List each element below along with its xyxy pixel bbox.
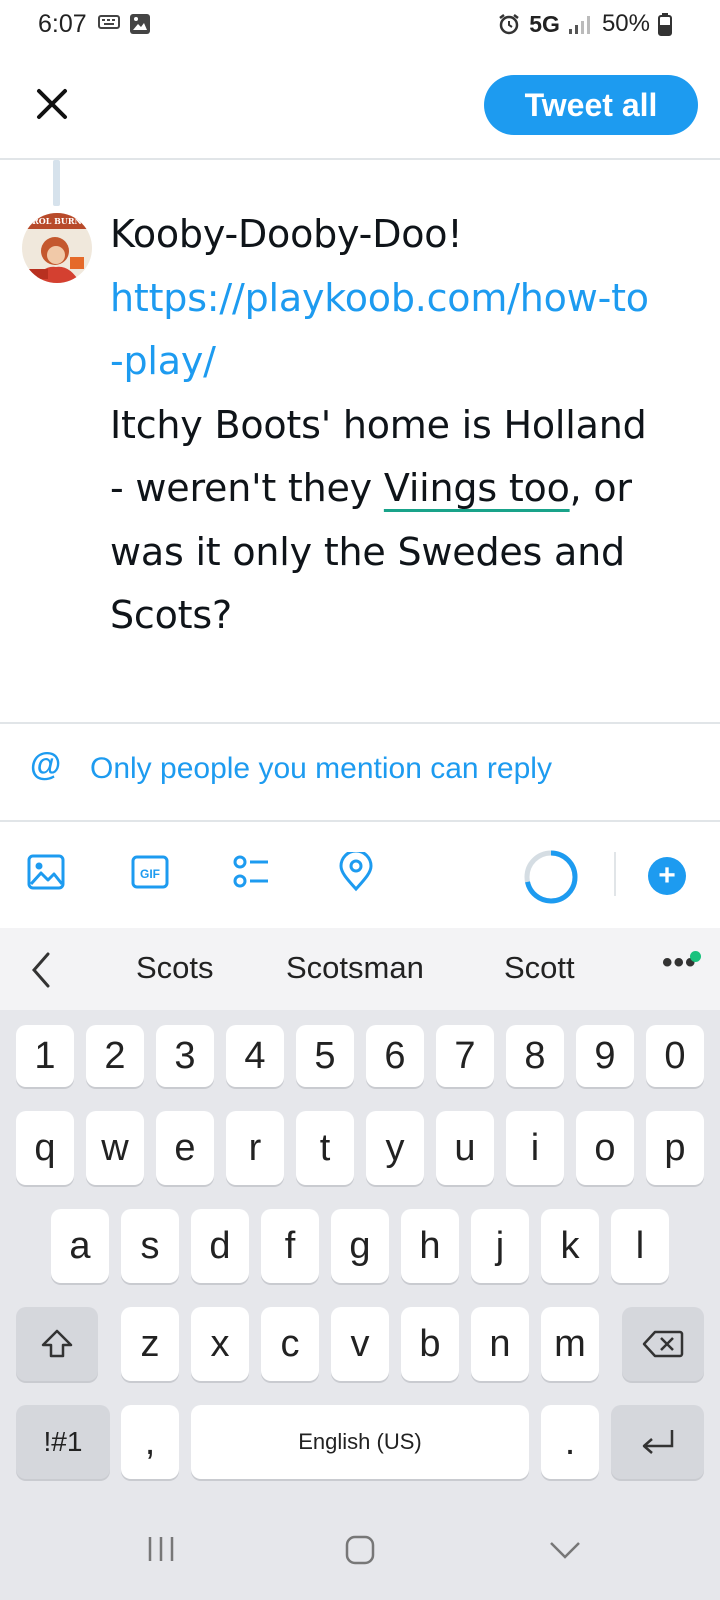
navigation-bar [0,1500,720,1600]
text-link: -play/ [110,339,216,383]
key[interactable]: q [16,1111,74,1185]
gif-icon[interactable]: GIF [130,852,170,892]
suggestion-bar: Scots Scotsman Scott ••• [0,928,720,1010]
key[interactable]: 7 [436,1025,494,1087]
suggestion[interactable]: Scotsman [286,950,424,986]
suggestion[interactable]: Scots [136,950,214,986]
symbols-key[interactable]: !#1 [16,1405,110,1479]
shift-key[interactable] [16,1307,98,1381]
key[interactable]: l [611,1209,669,1283]
backspace-key[interactable] [622,1307,704,1381]
status-time: 6:07 [38,10,87,38]
reply-setting-label: Only people you mention can reply [90,752,552,785]
key[interactable]: i [506,1111,564,1185]
space-key[interactable]: English (US) [191,1405,529,1479]
key[interactable]: m [541,1307,599,1381]
key[interactable]: 4 [226,1025,284,1087]
shift-icon [41,1329,73,1358]
toolbar-separator [614,852,616,896]
key[interactable]: 0 [646,1025,704,1087]
key[interactable]: u [436,1111,494,1185]
recents-icon[interactable] [146,1534,176,1564]
key[interactable]: w [86,1111,144,1185]
avatar[interactable]: ROL BURN [22,213,92,283]
divider [0,820,720,822]
battery-icon [658,13,672,36]
key[interactable]: b [401,1307,459,1381]
poll-icon[interactable] [232,852,272,892]
key[interactable]: s [121,1209,179,1283]
key[interactable]: a [51,1209,109,1283]
key[interactable]: g [331,1209,389,1283]
suggestion[interactable]: Scott [504,950,575,986]
svg-text:ROL BURN: ROL BURN [32,216,82,226]
close-icon[interactable] [30,82,74,126]
key[interactable]: o [576,1111,634,1185]
text-link: https://playkoob.com/how-to [110,275,649,320]
home-icon[interactable] [344,1534,376,1566]
reply-setting[interactable]: @ Only people you mention can reply [0,724,720,820]
network-type: 5G [529,10,560,37]
svg-text:GIF: GIF [140,867,160,881]
key[interactable]: 8 [506,1025,564,1087]
key[interactable]: j [471,1209,529,1283]
header-divider [0,158,720,160]
notification-dot [690,951,701,962]
comma-key[interactable]: , [121,1405,179,1479]
key[interactable]: 6 [366,1025,424,1087]
key[interactable]: 2 [86,1025,144,1087]
key[interactable]: 9 [576,1025,634,1087]
key[interactable]: 1 [16,1025,74,1087]
key[interactable]: h [401,1209,459,1283]
text-line: was it only the Swedes and [110,529,625,574]
character-counter [524,850,578,904]
signal-icon [568,16,590,34]
key[interactable]: k [541,1209,599,1283]
key[interactable]: v [331,1307,389,1381]
text-fragment: - weren't they [110,466,384,510]
key[interactable]: n [471,1307,529,1381]
text-fragment: , or [569,466,632,510]
key[interactable]: x [191,1307,249,1381]
status-bar: 6:07 5G 50% [0,0,720,54]
text-line: Kooby-Dooby-Doo! [110,212,463,256]
at-icon: @ [30,746,62,782]
gallery-status-icon [130,14,150,34]
key[interactable]: 5 [296,1025,354,1087]
enter-key[interactable] [611,1405,704,1479]
thread-line [53,160,60,206]
back-icon[interactable] [548,1538,582,1562]
text-line: Scots? [110,593,232,637]
backspace-icon [642,1330,684,1358]
keyboard-status-icon [98,15,120,29]
key[interactable]: c [261,1307,319,1381]
key[interactable]: d [191,1209,249,1283]
key[interactable]: y [366,1111,424,1185]
key[interactable]: 3 [156,1025,214,1087]
text-line: Itchy Boots' home is Holland [110,402,647,447]
image-icon[interactable] [26,852,66,892]
key[interactable]: p [646,1111,704,1185]
alarm-icon [499,14,520,35]
enter-icon [642,1430,673,1454]
chevron-left-icon[interactable] [22,948,62,992]
key[interactable]: t [296,1111,354,1185]
key[interactable]: z [121,1307,179,1381]
tweet-text-input[interactable]: Kooby-Dooby-Doo! https://playkoob.com/ho… [110,203,700,648]
key[interactable]: f [261,1209,319,1283]
key[interactable]: e [156,1111,214,1185]
text-line: - weren't they Viings too, or [110,457,700,521]
misspelled-word[interactable]: Viings too [384,466,570,510]
tweet-all-button[interactable]: Tweet all [484,75,698,135]
location-icon[interactable] [336,852,376,892]
status-indicators: 5G 50% [497,10,672,38]
period-key[interactable]: . [541,1405,599,1479]
add-tweet-button[interactable]: + [648,857,686,895]
battery-percent: 50% [601,10,650,37]
key[interactable]: r [226,1111,284,1185]
